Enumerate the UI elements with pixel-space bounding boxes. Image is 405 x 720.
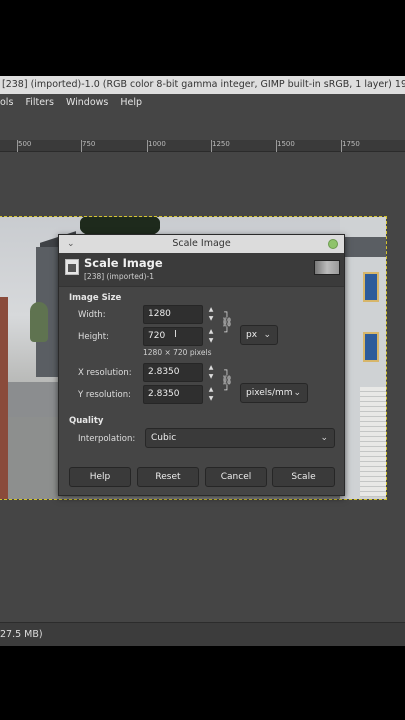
- menu-windows[interactable]: Windows: [66, 94, 108, 112]
- ruler-tick: 1000: [147, 140, 166, 152]
- yres-stepper[interactable]: ▲ ▼: [205, 385, 217, 404]
- siding: [360, 387, 386, 497]
- ruler-tick: 1750: [341, 140, 360, 152]
- tree-shape: [30, 302, 48, 342]
- height-stepper[interactable]: ▲ ▼: [205, 327, 217, 346]
- close-icon[interactable]: [328, 239, 338, 249]
- dialog-titlebar[interactable]: ⌄ Scale Image: [59, 235, 344, 253]
- reset-button[interactable]: Reset: [137, 467, 199, 487]
- brick-edge: [0, 297, 8, 499]
- scale-image-dialog: ⌄ Scale Image Scale Image [238] (importe…: [58, 234, 345, 496]
- statusbar: 27.5 MB): [0, 622, 405, 646]
- menu-help[interactable]: Help: [120, 94, 142, 112]
- chain-link-icon[interactable]: ┐ ⛓ ┘: [221, 308, 233, 338]
- width-label: Width:: [78, 310, 106, 320]
- dialog-header: Scale Image [238] (imported)-1: [59, 253, 344, 287]
- window-shape: [363, 272, 379, 302]
- window-title: [238] (imported)-1.0 (RGB color 8-bit ga…: [0, 76, 405, 94]
- menu-tools[interactable]: ols: [0, 94, 13, 112]
- scale-button[interactable]: Scale: [272, 467, 335, 487]
- image-size-heading: Image Size: [69, 293, 122, 303]
- interpolation-label: Interpolation:: [78, 434, 136, 444]
- help-button[interactable]: Help: [69, 467, 131, 487]
- xres-stepper[interactable]: ▲ ▼: [205, 363, 217, 382]
- width-input[interactable]: 1280: [143, 305, 203, 324]
- ruler-tick: 1500: [276, 140, 295, 152]
- xres-label: X resolution:: [78, 368, 132, 378]
- interpolation-value: Cubic: [151, 433, 177, 443]
- size-unit-value: px: [246, 330, 258, 340]
- resolution-unit-value: pixels/mm: [246, 388, 293, 398]
- dialog-title: Scale Image: [172, 238, 231, 249]
- xres-input[interactable]: 2.8350: [143, 363, 203, 382]
- building-right-roof: [345, 237, 386, 257]
- size-unit-select[interactable]: px ⌄: [240, 325, 278, 345]
- resolution-unit-select[interactable]: pixels/mm ⌄: [240, 383, 308, 403]
- ruler-tick: 500: [16, 140, 32, 152]
- pixel-size-note: 1280 × 720 pixels: [143, 348, 212, 357]
- text-cursor-icon: I: [174, 329, 177, 340]
- image-icon: [65, 259, 79, 275]
- width-stepper[interactable]: ▲ ▼: [205, 305, 217, 324]
- ruler-tick: 1250: [211, 140, 230, 152]
- chevron-down-icon[interactable]: ⌄: [67, 235, 75, 253]
- header-title: Scale Image: [84, 256, 163, 270]
- window-shape: [363, 332, 379, 362]
- ruler-tick: 750: [80, 140, 96, 152]
- quality-heading: Quality: [69, 416, 104, 426]
- cancel-button[interactable]: Cancel: [205, 467, 267, 487]
- menu-filters[interactable]: Filters: [25, 94, 53, 112]
- header-subtitle: [238] (imported)-1: [84, 272, 155, 281]
- menubar: ols Filters Windows Help: [0, 94, 405, 112]
- chevron-down-icon: ⌄: [293, 388, 301, 398]
- height-label: Height:: [78, 332, 109, 342]
- horizontal-ruler[interactable]: 500 750 1000 1250 1500 1750: [0, 140, 405, 152]
- yres-label: Y resolution:: [78, 390, 131, 400]
- yres-input[interactable]: 2.8350: [143, 385, 203, 404]
- chevron-down-icon: ⌄: [263, 330, 271, 340]
- chain-link-icon[interactable]: ┐ ⛓ ┘: [221, 366, 233, 396]
- image-thumbnail: [314, 260, 340, 275]
- chevron-down-icon: ⌄: [320, 433, 328, 443]
- interpolation-select[interactable]: Cubic ⌄: [145, 428, 335, 448]
- height-input[interactable]: 720: [143, 327, 203, 346]
- toolbar-area: [0, 112, 405, 140]
